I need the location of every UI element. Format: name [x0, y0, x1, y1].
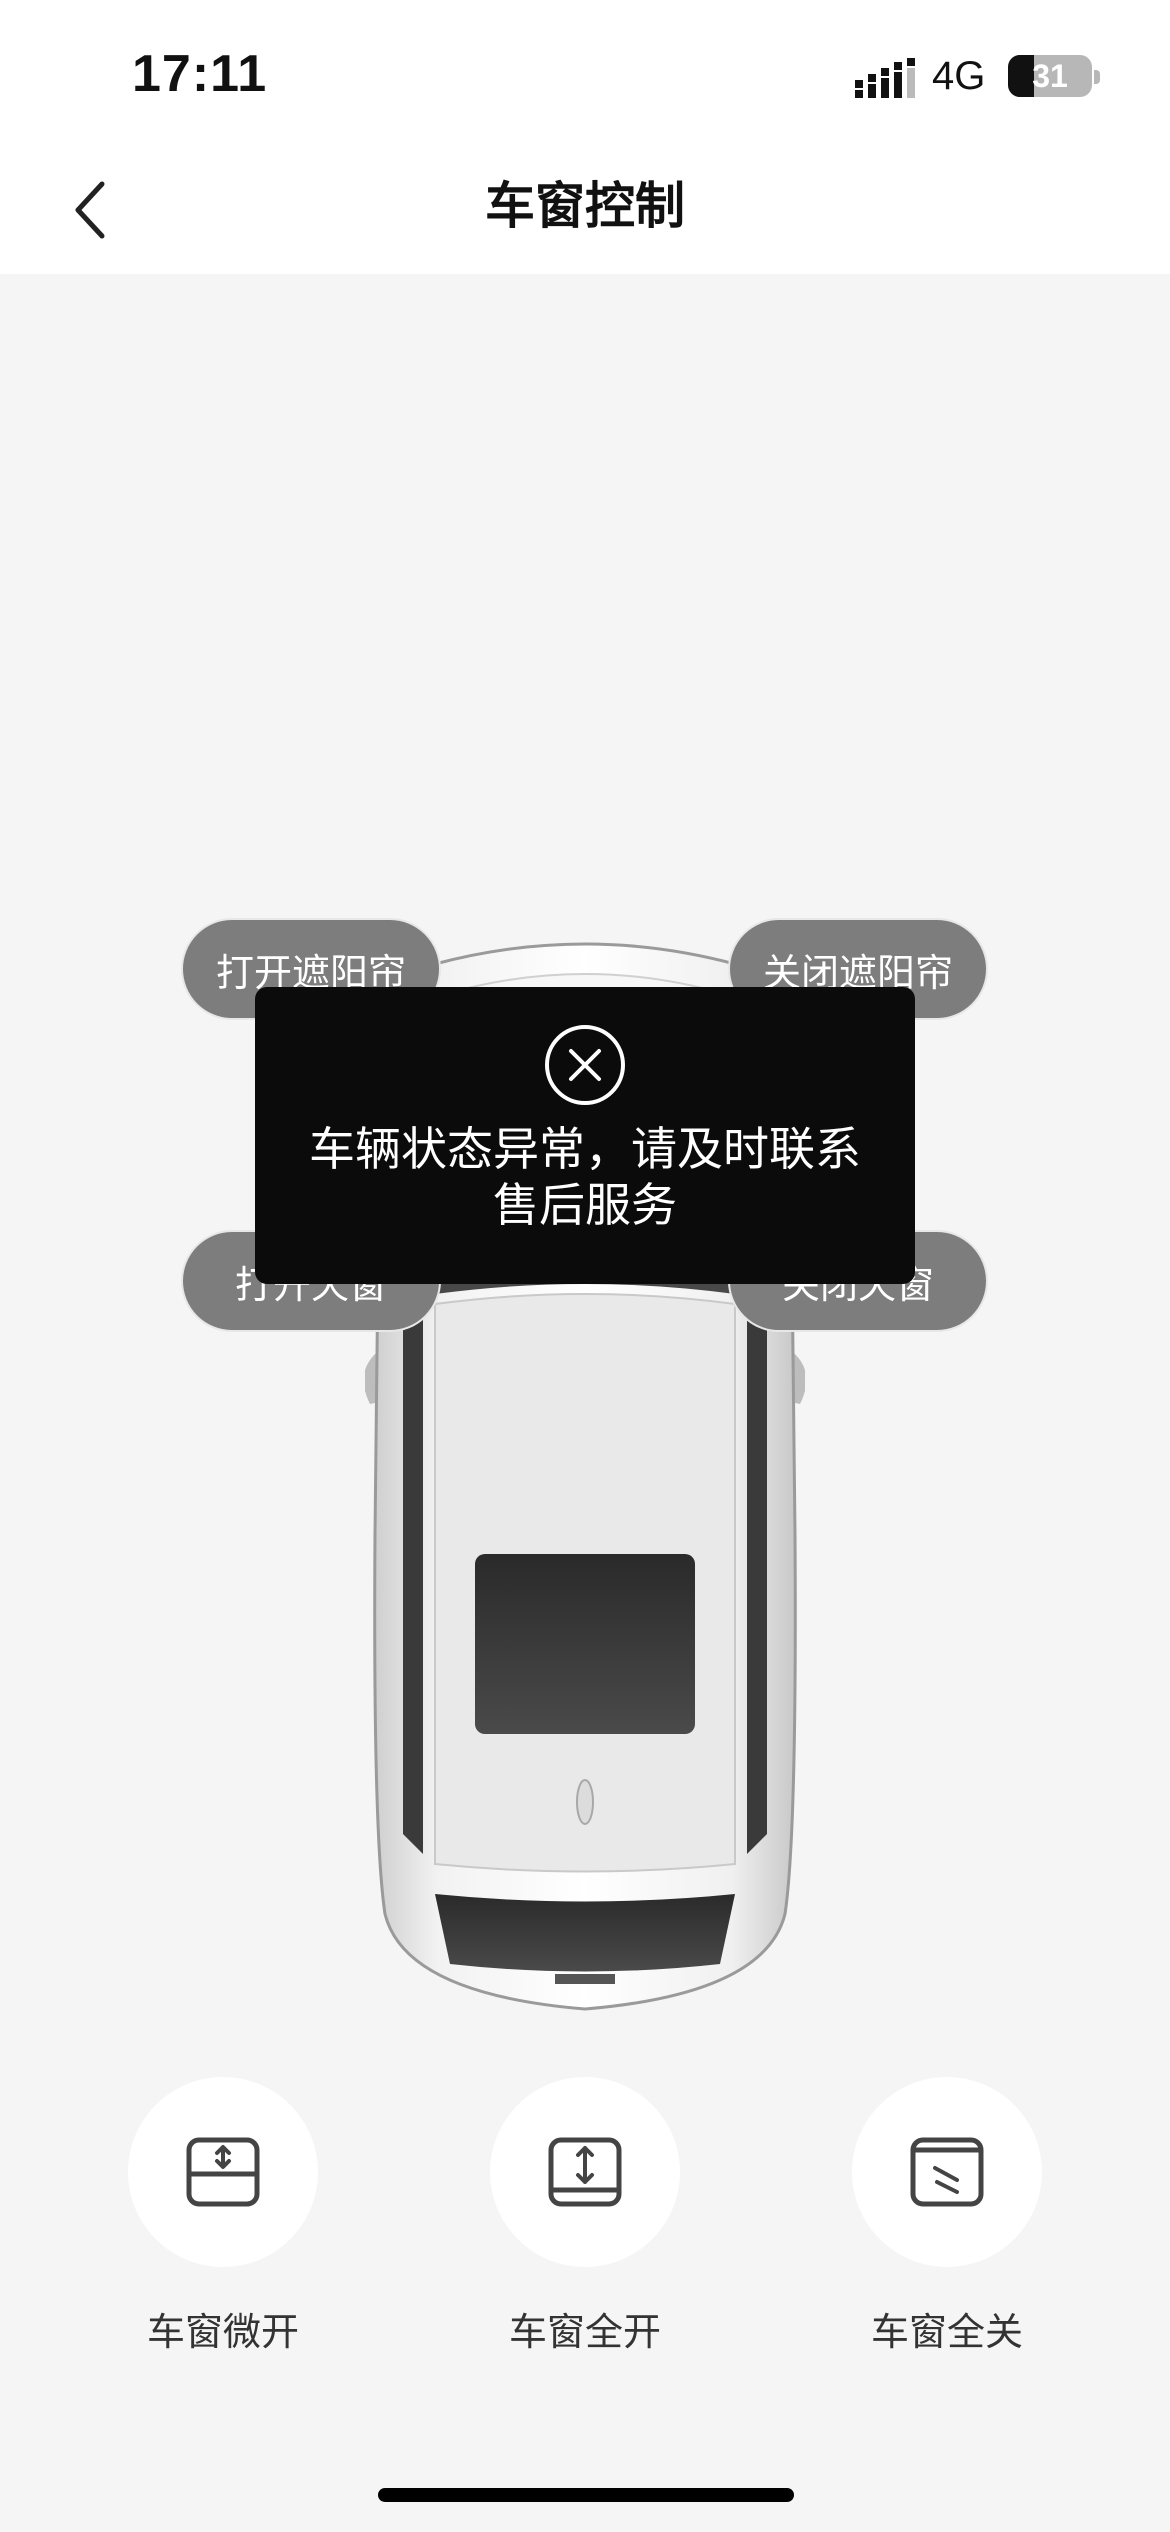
home-indicator[interactable] [378, 2488, 794, 2502]
toast-message: 车辆状态异常，请及时联系 售后服务 [275, 1121, 895, 1233]
battery-icon: 31 [1008, 55, 1092, 97]
window-open-label: 车窗全开 [508, 2310, 661, 2354]
window-close-circle[interactable] [852, 2077, 1042, 2267]
window-open-button[interactable]: 车窗全开 [455, 2077, 715, 2357]
window-close-icon [910, 2137, 984, 2207]
window-close-button[interactable]: 车窗全关 [817, 2077, 1077, 2357]
network-type: 4G [932, 54, 986, 98]
back-button[interactable] [50, 170, 130, 250]
window-vent-circle[interactable] [128, 2077, 318, 2267]
close-circle-icon [545, 1025, 625, 1105]
nav-bar: 车窗控制 [0, 150, 1170, 274]
window-open-icon [548, 2137, 622, 2207]
page-title: 车窗控制 [485, 177, 685, 235]
signal-icon [855, 58, 915, 98]
window-actions: 车窗微开 车窗全开 车窗全关 [0, 2077, 1170, 2357]
window-vent-button[interactable]: 车窗微开 [93, 2077, 353, 2357]
window-close-label: 车窗全关 [870, 2310, 1023, 2354]
status-time: 17:11 [132, 45, 268, 103]
toast-message-line-1: 车辆状态异常，请及时联系 [309, 1122, 861, 1176]
status-bar: 17:11 4G 31 [0, 0, 1170, 150]
toast-message-line-2: 售后服务 [493, 1178, 677, 1232]
main-content: 打开遮阳帘 关闭遮阳帘 打开天窗 关闭天窗 车辆状态异常，请及时联系 售后服务 … [0, 274, 1170, 2532]
error-toast: 车辆状态异常，请及时联系 售后服务 [255, 987, 915, 1284]
battery-tip [1094, 70, 1100, 84]
window-open-circle[interactable] [490, 2077, 680, 2267]
window-vent-label: 车窗微开 [146, 2310, 299, 2354]
chevron-left-icon [75, 181, 105, 239]
battery-level: 31 [1032, 58, 1068, 94]
window-vent-icon [186, 2137, 260, 2207]
